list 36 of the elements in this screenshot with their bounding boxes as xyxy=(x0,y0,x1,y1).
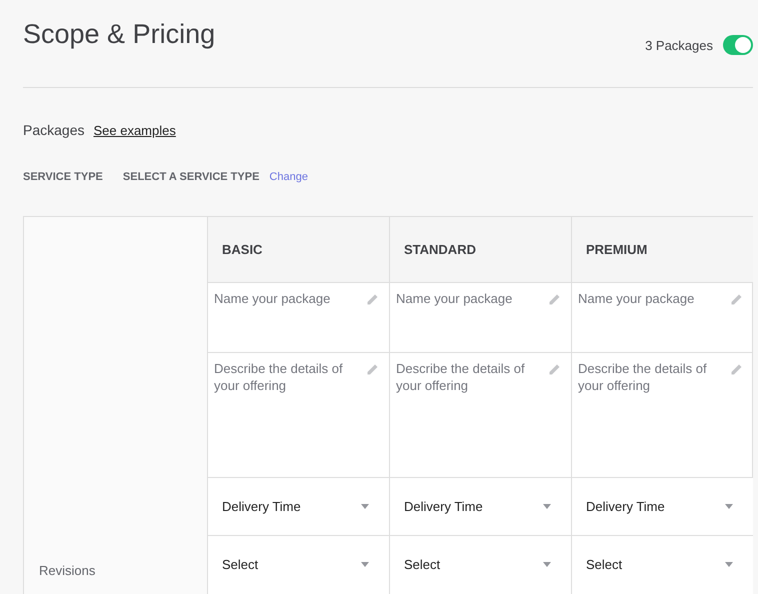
pencil-icon[interactable] xyxy=(365,363,379,377)
delivery-time-dropdown[interactable]: Delivery Time xyxy=(571,477,753,535)
caret-icon xyxy=(543,562,551,567)
delivery-time-dropdown[interactable]: Delivery Time xyxy=(389,477,571,535)
row-label: Revisions xyxy=(39,563,96,578)
column-header: STANDARD xyxy=(389,217,571,282)
revisions-dropdown[interactable]: Select xyxy=(389,535,571,594)
service-type-value: SELECT A SERVICE TYPE xyxy=(122,171,260,183)
change-link[interactable]: Change xyxy=(269,171,308,183)
package-name-field[interactable]: Name your package xyxy=(578,290,725,330)
toggle-label: 3 Packages xyxy=(645,38,713,52)
pencil-icon[interactable] xyxy=(547,363,561,377)
caret-icon xyxy=(725,562,733,567)
caret-icon xyxy=(361,504,369,509)
column-header: PREMIUM xyxy=(571,217,753,282)
section-heading: Packages xyxy=(23,122,84,138)
revisions-dropdown[interactable]: Select xyxy=(571,535,753,594)
pencil-icon[interactable] xyxy=(729,363,743,377)
delivery-time-dropdown[interactable]: Delivery Time xyxy=(207,477,389,535)
pencil-icon[interactable] xyxy=(547,293,561,307)
caret-icon xyxy=(725,504,733,509)
caret-icon xyxy=(543,504,551,509)
service-type-label: SERVICE TYPE xyxy=(23,171,103,183)
column-header: BASIC xyxy=(207,217,389,282)
pencil-icon[interactable] xyxy=(729,293,743,307)
pencil-icon[interactable] xyxy=(365,293,379,307)
packages-toggle[interactable] xyxy=(723,35,753,55)
description-field[interactable]: Describe the details of your offering xyxy=(214,360,361,400)
see-examples-link[interactable]: See examples xyxy=(93,123,176,138)
page-title: Scope & Pricing xyxy=(23,19,216,50)
package-name-field[interactable]: Name your package xyxy=(214,290,361,330)
revisions-dropdown[interactable]: Select xyxy=(207,535,389,594)
description-field[interactable]: Describe the details of your offering xyxy=(578,360,725,400)
description-field[interactable]: Describe the details of your offering xyxy=(396,360,543,400)
package-name-field[interactable]: Name your package xyxy=(396,290,543,330)
caret-icon xyxy=(361,562,369,567)
